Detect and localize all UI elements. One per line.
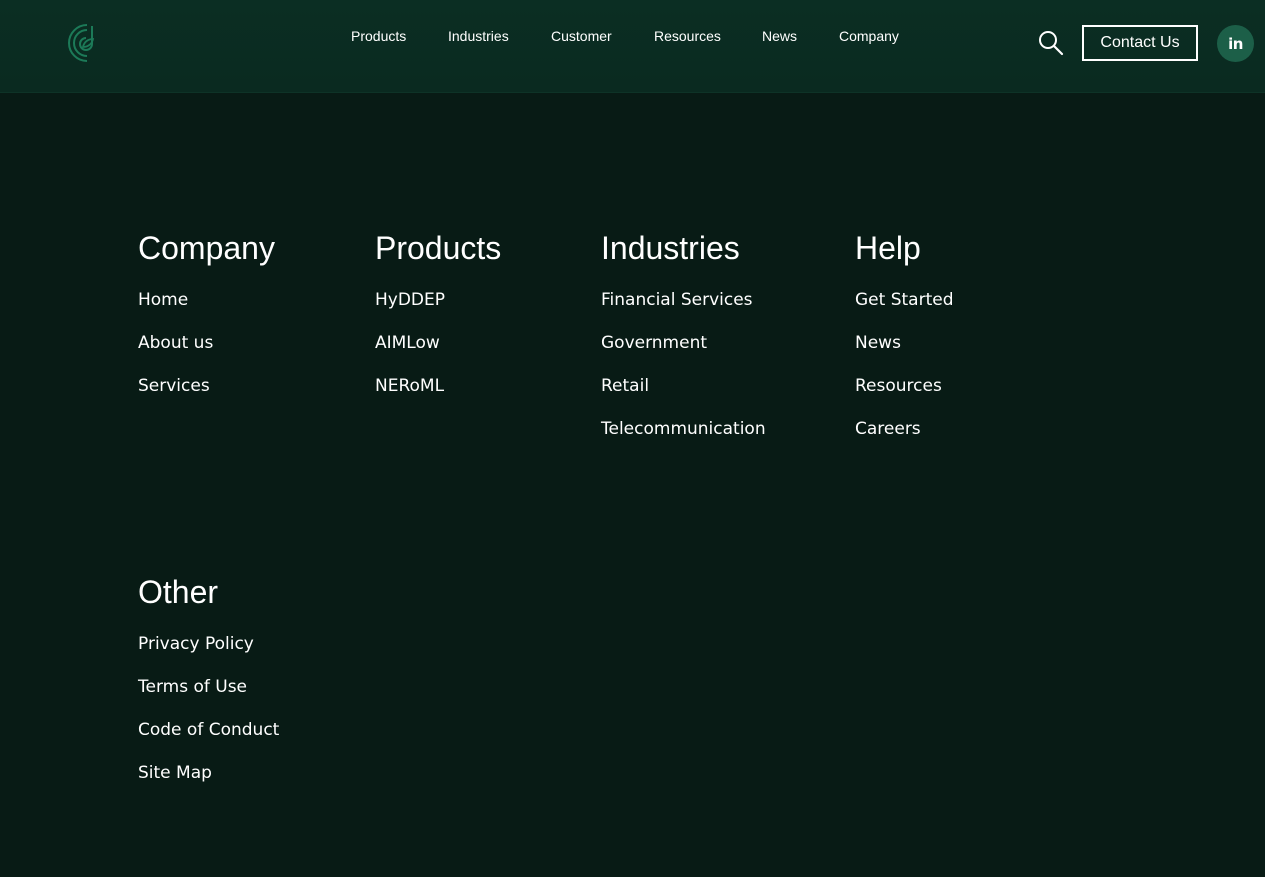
nav-company[interactable]: Company <box>839 28 899 44</box>
nav-customer[interactable]: Customer <box>551 28 612 44</box>
footer-column-products: Products HyDDEP AIMLow NERoML <box>375 230 501 419</box>
footer-link-get-started[interactable]: Get Started <box>855 290 953 310</box>
footer-heading-industries: Industries <box>601 230 740 266</box>
footer-link-hyddep[interactable]: HyDDEP <box>375 290 445 310</box>
footer-link-site-map[interactable]: Site Map <box>138 763 212 783</box>
footer-link-services[interactable]: Services <box>138 376 210 396</box>
footer-link-resources[interactable]: Resources <box>855 376 942 396</box>
footer-link-privacy-policy[interactable]: Privacy Policy <box>138 634 254 654</box>
footer-column-help: Help Get Started News Resources Careers <box>855 230 953 462</box>
footer-link-home[interactable]: Home <box>138 290 188 310</box>
contact-us-button[interactable]: Contact Us <box>1082 25 1198 61</box>
linkedin-label: in <box>1228 34 1243 53</box>
footer-link-telecommunication[interactable]: Telecommunication <box>601 419 766 439</box>
footer-link-terms-of-use[interactable]: Terms of Use <box>138 677 247 697</box>
nav-resources[interactable]: Resources <box>654 28 721 44</box>
main-nav: Products Industries Customer Resources N… <box>0 28 1265 46</box>
footer-heading-help: Help <box>855 230 921 266</box>
footer-link-financial-services[interactable]: Financial Services <box>601 290 753 310</box>
footer-heading-products: Products <box>375 230 502 266</box>
footer-link-aimlow[interactable]: AIMLow <box>375 333 440 353</box>
footer-link-retail[interactable]: Retail <box>601 376 649 396</box>
footer-link-government[interactable]: Government <box>601 333 707 353</box>
footer-column-company: Company Home About us Services <box>138 230 275 419</box>
linkedin-icon[interactable]: in <box>1217 25 1254 62</box>
footer-heading-other: Other <box>138 574 219 610</box>
search-icon[interactable] <box>1038 30 1064 56</box>
footer-link-news[interactable]: News <box>855 333 901 353</box>
footer-link-neroml[interactable]: NERoML <box>375 376 444 396</box>
nav-products[interactable]: Products <box>351 28 406 44</box>
footer-link-about-us[interactable]: About us <box>138 333 213 353</box>
footer-column-other: Other Privacy Policy Terms of Use Code o… <box>138 574 279 806</box>
footer-link-careers[interactable]: Careers <box>855 419 921 439</box>
site-header: Products Industries Customer Resources N… <box>0 0 1265 93</box>
footer-column-industries: Industries Financial Services Government… <box>601 230 766 462</box>
nav-industries[interactable]: Industries <box>448 28 509 44</box>
nav-news[interactable]: News <box>762 28 797 44</box>
footer-link-code-of-conduct[interactable]: Code of Conduct <box>138 720 279 740</box>
footer-heading-company: Company <box>138 230 275 266</box>
